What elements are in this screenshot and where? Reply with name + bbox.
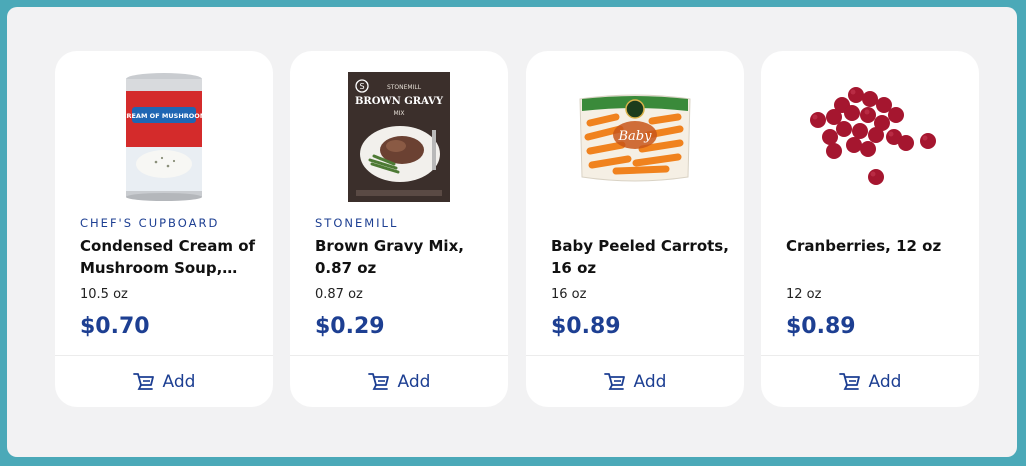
gravy-packet-image: S STONEMILL BROWN GRAVY MIX (348, 72, 450, 202)
cranberries-image (810, 87, 936, 185)
soup-can-image: CREAM OF MUSHROOM (124, 73, 204, 201)
add-label: Add (868, 371, 902, 392)
product-name[interactable]: Baby Peeled Carrots, 16 oz (551, 235, 731, 279)
svg-text:STONEMILL: STONEMILL (387, 84, 422, 91)
product-image[interactable] (761, 69, 979, 205)
product-size: 10.5 oz (80, 287, 128, 302)
carrot-bag-image: Baby (579, 94, 691, 182)
svg-text:CREAM OF MUSHROOM: CREAM OF MUSHROOM (124, 112, 204, 120)
add-label: Add (162, 371, 196, 392)
product-name[interactable]: Cranberries, 12 oz (786, 235, 966, 257)
product-brand: CHEF'S CUPBOARD (80, 216, 220, 230)
product-brand: STONEMILL (315, 216, 399, 230)
add-label: Add (633, 371, 667, 392)
add-to-cart-button[interactable]: Add (55, 356, 273, 407)
product-price: $0.89 (786, 314, 856, 339)
product-card[interactable]: CREAM OF MUSHROOM CHEF'S CUPBOARD Conden… (55, 51, 273, 407)
add-label: Add (397, 371, 431, 392)
product-price: $0.89 (551, 314, 621, 339)
product-card[interactable]: Cranberries, 12 oz 12 oz $0.89 Add (761, 51, 979, 407)
svg-text:BROWN GRAVY: BROWN GRAVY (355, 96, 444, 107)
product-name[interactable]: Brown Gravy Mix, 0.87 oz (315, 235, 495, 279)
cart-icon (603, 372, 625, 390)
product-image[interactable]: Baby (526, 69, 744, 205)
cart-icon (132, 372, 154, 390)
add-to-cart-button[interactable]: Add (761, 356, 979, 407)
svg-text:Baby: Baby (618, 129, 653, 144)
product-image[interactable]: S STONEMILL BROWN GRAVY MIX (290, 69, 508, 205)
product-image[interactable]: CREAM OF MUSHROOM (55, 69, 273, 205)
product-card[interactable]: S STONEMILL BROWN GRAVY MIX STONEMILL Br… (290, 51, 508, 407)
product-name[interactable]: Condensed Cream of Mushroom Soup, 10... (80, 235, 260, 279)
product-price: $0.29 (315, 314, 385, 339)
product-card[interactable]: Baby Baby Peeled Carrots, 16 oz 16 oz $0… (526, 51, 744, 407)
product-size: 0.87 oz (315, 287, 363, 302)
add-to-cart-button[interactable]: Add (290, 356, 508, 407)
cart-icon (367, 372, 389, 390)
product-size: 12 oz (786, 287, 822, 302)
product-grid: CREAM OF MUSHROOM CHEF'S CUPBOARD Conden… (7, 7, 1017, 457)
product-size: 16 oz (551, 287, 587, 302)
cart-icon (838, 372, 860, 390)
product-price: $0.70 (80, 314, 150, 339)
add-to-cart-button[interactable]: Add (526, 356, 744, 407)
svg-text:MIX: MIX (393, 110, 404, 117)
svg-text:S: S (359, 82, 364, 91)
